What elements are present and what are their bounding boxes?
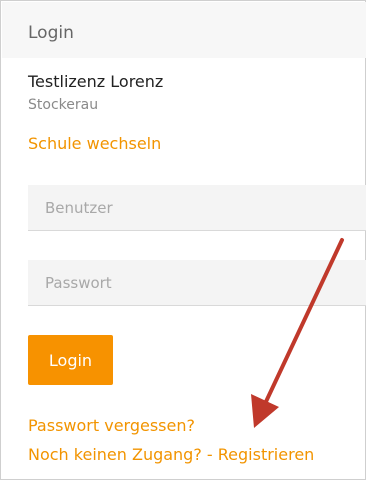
password-field[interactable] xyxy=(28,260,366,306)
username-field[interactable] xyxy=(28,185,366,231)
login-panel: Login Testlizenz Lorenz Stockerau Schule… xyxy=(0,0,366,480)
panel-title: Login xyxy=(28,23,74,43)
license-city: Stockerau xyxy=(28,97,99,113)
switch-school-link[interactable]: Schule wechseln xyxy=(28,134,161,153)
register-link[interactable]: Noch keinen Zugang? - Registrieren xyxy=(28,445,314,464)
license-name: Testlizenz Lorenz xyxy=(28,72,164,91)
login-button[interactable]: Login xyxy=(28,335,113,385)
forgot-password-link[interactable]: Passwort vergessen? xyxy=(28,416,195,435)
